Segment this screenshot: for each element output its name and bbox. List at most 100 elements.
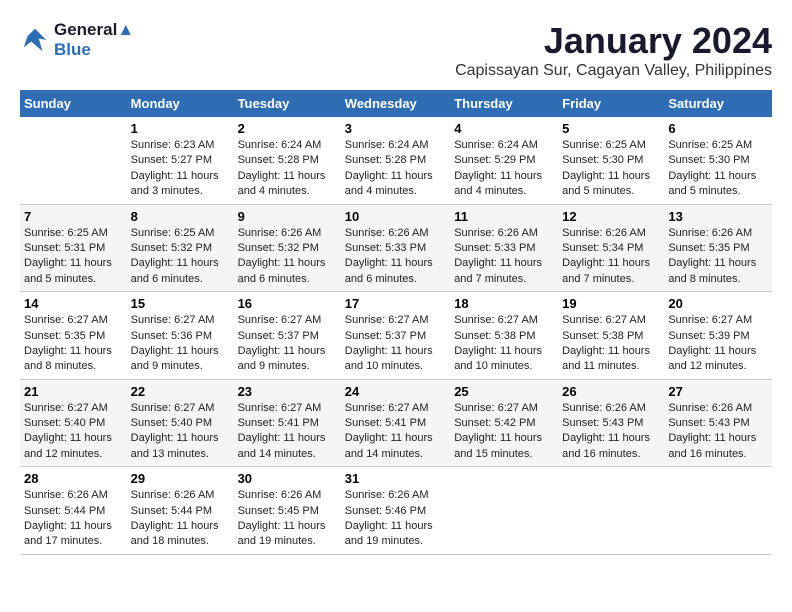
cell-details: Sunrise: 6:25 AM Sunset: 5:31 PM Dayligh…	[24, 226, 123, 288]
day-number: 30	[238, 471, 337, 486]
cell-details: Sunrise: 6:24 AM Sunset: 5:29 PM Dayligh…	[454, 138, 554, 200]
cell-details: Sunrise: 6:27 AM Sunset: 5:37 PM Dayligh…	[345, 313, 446, 375]
calendar-cell: 26 Sunrise: 6:26 AM Sunset: 5:43 PM Dayli…	[558, 379, 664, 467]
calendar-cell: 31Sunrise: 6:26 AM Sunset: 5:46 PM Dayli…	[341, 467, 450, 555]
header-monday: Monday	[127, 90, 234, 117]
cell-details: Sunrise: 6:26 AM Sunset: 5:45 PM Dayligh…	[238, 488, 337, 550]
day-number: 20	[668, 296, 768, 311]
day-number: 26	[562, 384, 660, 399]
month-title: January 2024	[455, 20, 772, 62]
calendar-cell: 18Sunrise: 6:27 AM Sunset: 5:38 PM Dayli…	[450, 292, 558, 380]
day-number: 14	[24, 296, 123, 311]
cell-details: Sunrise: 6:26 AM Sunset: 5:35 PM Dayligh…	[668, 226, 768, 288]
week-row-1: 7 Sunrise: 6:25 AM Sunset: 5:31 PM Daylig…	[20, 204, 772, 292]
calendar-cell: 15 Sunrise: 6:27 AM Sunset: 5:36 PM Dayli…	[127, 292, 234, 380]
day-number: 7	[24, 209, 123, 224]
cell-details: Sunrise: 6:26 AM Sunset: 5:33 PM Dayligh…	[454, 226, 554, 288]
cell-details: Sunrise: 6:26 AM Sunset: 5:43 PM Dayligh…	[562, 401, 660, 463]
day-number: 31	[345, 471, 446, 486]
cell-details: Sunrise: 6:26 AM Sunset: 5:34 PM Dayligh…	[562, 226, 660, 288]
week-row-2: 14 Sunrise: 6:27 AM Sunset: 5:35 PM Dayli…	[20, 292, 772, 380]
day-number: 29	[131, 471, 230, 486]
week-row-4: 28 Sunrise: 6:26 AM Sunset: 5:44 PM Dayli…	[20, 467, 772, 555]
calendar-cell: 7 Sunrise: 6:25 AM Sunset: 5:31 PM Daylig…	[20, 204, 127, 292]
cell-details: Sunrise: 6:23 AM Sunset: 5:27 PM Dayligh…	[131, 138, 230, 200]
day-number: 15	[131, 296, 230, 311]
title-block: January 2024 Capissayan Sur, Cagayan Val…	[455, 20, 772, 80]
day-number: 18	[454, 296, 554, 311]
cell-details: Sunrise: 6:27 AM Sunset: 5:37 PM Dayligh…	[238, 313, 337, 375]
calendar-cell: 6 Sunrise: 6:25 AM Sunset: 5:30 PM Daylig…	[664, 117, 772, 204]
calendar-cell: 20 Sunrise: 6:27 AM Sunset: 5:39 PM Dayli…	[664, 292, 772, 380]
calendar-header-row: SundayMondayTuesdayWednesdayThursdayFrid…	[20, 90, 772, 117]
day-number: 11	[454, 209, 554, 224]
calendar-cell: 24 Sunrise: 6:27 AM Sunset: 5:41 PM Dayli…	[341, 379, 450, 467]
cell-details: Sunrise: 6:27 AM Sunset: 5:41 PM Dayligh…	[345, 401, 446, 463]
day-number: 1	[131, 121, 230, 136]
calendar-cell	[450, 467, 558, 555]
header-sunday: Sunday	[20, 90, 127, 117]
cell-details: Sunrise: 6:27 AM Sunset: 5:41 PM Dayligh…	[238, 401, 337, 463]
header-tuesday: Tuesday	[234, 90, 341, 117]
calendar-cell: 11 Sunrise: 6:26 AM Sunset: 5:33 PM Dayli…	[450, 204, 558, 292]
calendar-cell: 25 Sunrise: 6:27 AM Sunset: 5:42 PM Dayli…	[450, 379, 558, 467]
calendar-cell: 16 Sunrise: 6:27 AM Sunset: 5:37 PM Dayli…	[234, 292, 341, 380]
calendar-cell: 3 Sunrise: 6:24 AM Sunset: 5:28 PM Daylig…	[341, 117, 450, 204]
calendar-cell: 28 Sunrise: 6:26 AM Sunset: 5:44 PM Dayli…	[20, 467, 127, 555]
day-number: 16	[238, 296, 337, 311]
week-row-0: 1 Sunrise: 6:23 AM Sunset: 5:27 PM Daylig…	[20, 117, 772, 204]
calendar-cell: 9Sunrise: 6:26 AM Sunset: 5:32 PM Daylig…	[234, 204, 341, 292]
cell-details: Sunrise: 6:24 AM Sunset: 5:28 PM Dayligh…	[345, 138, 446, 200]
cell-details: Sunrise: 6:26 AM Sunset: 5:32 PM Dayligh…	[238, 226, 337, 288]
day-number: 6	[668, 121, 768, 136]
day-number: 12	[562, 209, 660, 224]
calendar-cell: 1 Sunrise: 6:23 AM Sunset: 5:27 PM Daylig…	[127, 117, 234, 204]
day-number: 10	[345, 209, 446, 224]
day-number: 8	[131, 209, 230, 224]
day-number: 19	[562, 296, 660, 311]
day-number: 13	[668, 209, 768, 224]
calendar-cell	[20, 117, 127, 204]
cell-details: Sunrise: 6:27 AM Sunset: 5:40 PM Dayligh…	[131, 401, 230, 463]
cell-details: Sunrise: 6:26 AM Sunset: 5:44 PM Dayligh…	[131, 488, 230, 550]
cell-details: Sunrise: 6:27 AM Sunset: 5:42 PM Dayligh…	[454, 401, 554, 463]
calendar-cell: 14 Sunrise: 6:27 AM Sunset: 5:35 PM Dayli…	[20, 292, 127, 380]
day-number: 21	[24, 384, 123, 399]
cell-details: Sunrise: 6:27 AM Sunset: 5:38 PM Dayligh…	[562, 313, 660, 375]
location: Capissayan Sur, Cagayan Valley, Philippi…	[455, 62, 772, 80]
day-number: 25	[454, 384, 554, 399]
cell-details: Sunrise: 6:27 AM Sunset: 5:39 PM Dayligh…	[668, 313, 768, 375]
calendar-cell: 30 Sunrise: 6:26 AM Sunset: 5:45 PM Dayli…	[234, 467, 341, 555]
calendar-table: SundayMondayTuesdayWednesdayThursdayFrid…	[20, 90, 772, 555]
cell-details: Sunrise: 6:24 AM Sunset: 5:28 PM Dayligh…	[238, 138, 337, 200]
calendar-cell: 10Sunrise: 6:26 AM Sunset: 5:33 PM Dayli…	[341, 204, 450, 292]
cell-details: Sunrise: 6:27 AM Sunset: 5:36 PM Dayligh…	[131, 313, 230, 375]
day-number: 17	[345, 296, 446, 311]
calendar-cell: 4 Sunrise: 6:24 AM Sunset: 5:29 PM Daylig…	[450, 117, 558, 204]
page-header: General▲ Blue January 2024 Capissayan Su…	[20, 20, 772, 80]
calendar-cell	[558, 467, 664, 555]
calendar-cell: 5 Sunrise: 6:25 AM Sunset: 5:30 PM Daylig…	[558, 117, 664, 204]
calendar-cell: 8Sunrise: 6:25 AM Sunset: 5:32 PM Daylig…	[127, 204, 234, 292]
day-number: 24	[345, 384, 446, 399]
calendar-cell: 23 Sunrise: 6:27 AM Sunset: 5:41 PM Dayli…	[234, 379, 341, 467]
header-thursday: Thursday	[450, 90, 558, 117]
calendar-cell	[664, 467, 772, 555]
day-number: 28	[24, 471, 123, 486]
calendar-cell: 2Sunrise: 6:24 AM Sunset: 5:28 PM Daylig…	[234, 117, 341, 204]
cell-details: Sunrise: 6:25 AM Sunset: 5:30 PM Dayligh…	[562, 138, 660, 200]
cell-details: Sunrise: 6:27 AM Sunset: 5:35 PM Dayligh…	[24, 313, 123, 375]
day-number: 23	[238, 384, 337, 399]
cell-details: Sunrise: 6:25 AM Sunset: 5:30 PM Dayligh…	[668, 138, 768, 200]
header-friday: Friday	[558, 90, 664, 117]
logo-text: General▲ Blue	[54, 20, 134, 60]
cell-details: Sunrise: 6:27 AM Sunset: 5:40 PM Dayligh…	[24, 401, 123, 463]
day-number: 5	[562, 121, 660, 136]
day-number: 3	[345, 121, 446, 136]
day-number: 22	[131, 384, 230, 399]
header-wednesday: Wednesday	[341, 90, 450, 117]
day-number: 4	[454, 121, 554, 136]
logo: General▲ Blue	[20, 20, 134, 60]
cell-details: Sunrise: 6:26 AM Sunset: 5:44 PM Dayligh…	[24, 488, 123, 550]
header-saturday: Saturday	[664, 90, 772, 117]
